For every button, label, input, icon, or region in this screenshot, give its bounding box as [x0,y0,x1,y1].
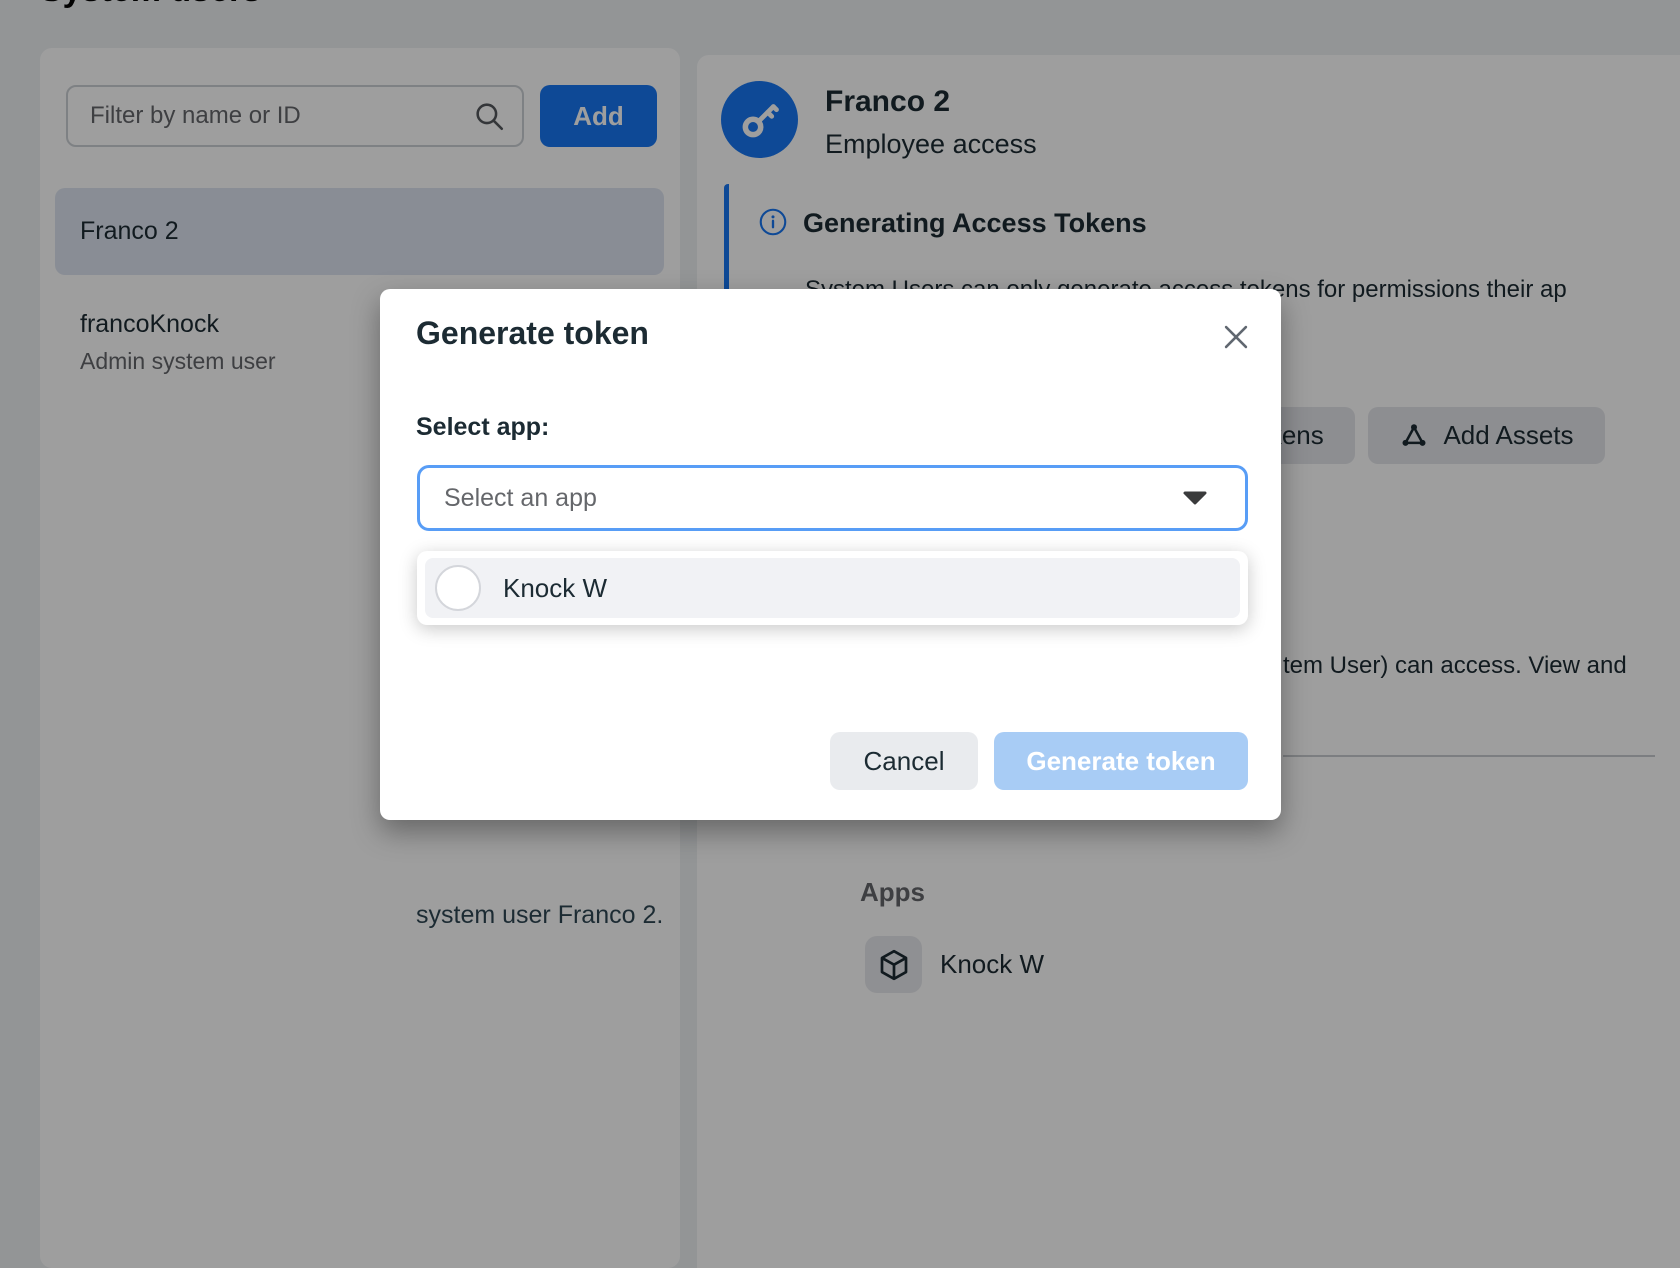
chevron-down-icon [1181,490,1209,506]
generate-token-modal: Generate token Select app: Select an app… [380,289,1281,820]
app-window: System users Add Franco 2 francoKnock Ad… [0,0,1680,1268]
generate-token-button[interactable]: Generate token [994,732,1248,790]
dropdown-option-label: Knock W [503,573,607,604]
modal-title: Generate token [416,315,649,352]
select-app-label: Select app: [416,413,549,442]
close-icon[interactable] [1208,309,1264,365]
app-dropdown-panel: Knock W [417,551,1248,625]
cancel-button[interactable]: Cancel [830,732,978,790]
app-avatar-placeholder [435,565,481,611]
token-description-clipped: system user Franco 2. [416,901,663,930]
select-placeholder: Select an app [420,484,1181,513]
app-select-dropdown[interactable]: Select an app [417,465,1248,531]
dropdown-option-knock-w[interactable]: Knock W [425,558,1240,618]
